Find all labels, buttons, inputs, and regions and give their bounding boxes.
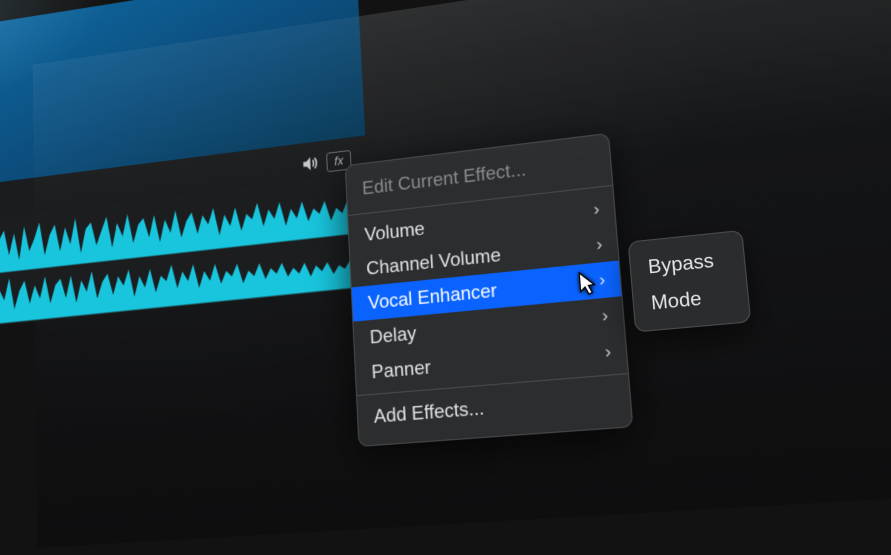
menu-item-label: Panner	[370, 355, 430, 383]
menu-item-label: Mode	[650, 286, 702, 313]
vocal-enhancer-submenu[interactable]: Bypass Mode	[627, 229, 751, 332]
menu-item-label: Delay	[369, 321, 417, 348]
glare	[0, 0, 117, 114]
menu-item-label: Volume	[364, 217, 425, 246]
chevron-right-icon: ›	[598, 269, 606, 291]
effects-context-menu[interactable]: Edit Current Effect... Volume › Channel …	[344, 132, 633, 446]
chevron-right-icon: ›	[595, 233, 603, 254]
chevron-right-icon: ›	[604, 341, 612, 363]
menu-item-label: Vocal Enhancer	[367, 279, 497, 314]
menu-item-label: Add Effects...	[373, 396, 485, 428]
chevron-right-icon: ›	[592, 198, 600, 219]
chevron-right-icon: ›	[601, 305, 609, 327]
menu-item-label: Bypass	[647, 248, 715, 277]
audio-output-icon[interactable]	[299, 153, 318, 173]
